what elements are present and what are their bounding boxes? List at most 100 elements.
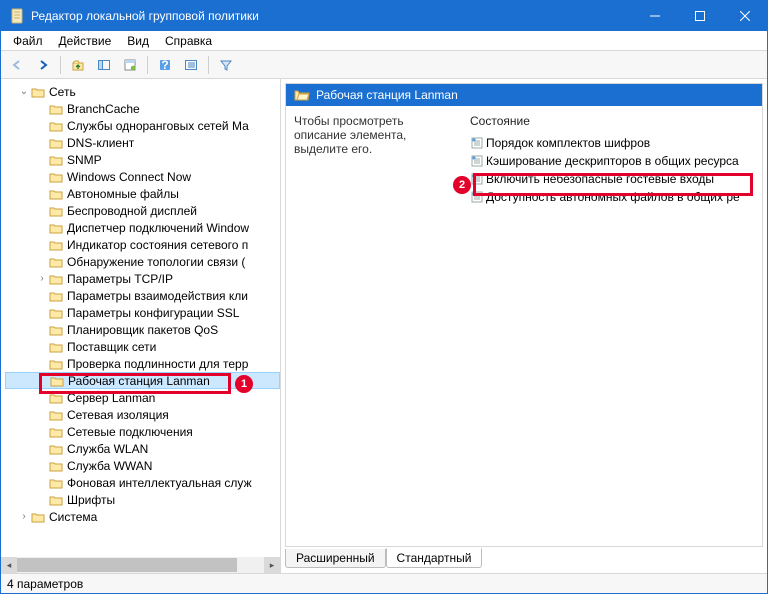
scroll-track[interactable] <box>17 557 264 573</box>
show-hide-tree-button[interactable] <box>92 54 116 76</box>
folder-icon <box>49 255 65 269</box>
annotation-badge-2: 2 <box>453 176 471 194</box>
minimize-button[interactable] <box>632 1 677 31</box>
policy-item[interactable]: Включить небезопасные гостевые входы <box>466 170 762 188</box>
list-header-title: Рабочая станция Lanman <box>316 88 458 102</box>
forward-button[interactable] <box>31 54 55 76</box>
window-title: Редактор локальной групповой политики <box>31 9 632 23</box>
toolbar-sep <box>147 56 148 74</box>
tree-label: Службы одноранговых сетей Ма <box>65 119 249 133</box>
tree-node-network[interactable]: ⌄ Сеть <box>5 83 280 100</box>
expand-icon[interactable]: › <box>35 273 49 284</box>
tree-hscrollbar[interactable]: ◂ ▸ <box>1 557 280 573</box>
tree-label: Автономные файлы <box>65 187 179 201</box>
expand-icon[interactable]: ⌄ <box>17 86 31 97</box>
policy-item[interactable]: Доступность автономных файлов в общих ре <box>466 188 762 206</box>
tree-item[interactable]: Шрифты <box>5 491 280 508</box>
tree-item[interactable]: Сетевая изоляция <box>5 406 280 423</box>
folder-icon <box>49 187 65 201</box>
policy-label: Доступность автономных файлов в общих ре <box>486 190 740 204</box>
tree-label: Планировщик пакетов QoS <box>65 323 218 337</box>
back-button[interactable] <box>5 54 29 76</box>
tree-label: Диспетчер подключений Window <box>65 221 249 235</box>
scroll-left-button[interactable]: ◂ <box>1 557 17 573</box>
folder-icon <box>49 340 65 354</box>
menu-view[interactable]: Вид <box>119 32 157 50</box>
tree[interactable]: ⌄ Сеть BranchCache Службы одноранговых се… <box>1 79 280 573</box>
list-header: Рабочая станция Lanman <box>286 84 762 106</box>
folder-icon <box>49 153 65 167</box>
folder-icon <box>49 102 65 116</box>
scroll-right-button[interactable]: ▸ <box>264 557 280 573</box>
folder-icon <box>49 459 65 473</box>
tree-label: Служба WWAN <box>65 459 152 473</box>
column-header-state[interactable]: Состояние <box>466 114 762 128</box>
tree-item[interactable]: Диспетчер подключений Window <box>5 219 280 236</box>
tree-item[interactable]: Автономные файлы <box>5 185 280 202</box>
tree-label: DNS-клиент <box>65 136 134 150</box>
tree-label: Фоновая интеллектуальная служ <box>65 476 252 490</box>
tab-standard[interactable]: Стандартный <box>386 548 483 568</box>
policy-label: Кэширование дескрипторов в общих ресурса <box>486 154 739 168</box>
folder-open-icon <box>294 88 310 102</box>
menu-file[interactable]: Файл <box>5 32 51 50</box>
tree-item[interactable]: Служба WLAN <box>5 440 280 457</box>
policy-label: Включить небезопасные гостевые входы <box>486 172 714 186</box>
help-button[interactable]: ? <box>153 54 177 76</box>
tree-item[interactable]: DNS-клиент <box>5 134 280 151</box>
tree-item[interactable]: Сетевые подключения <box>5 423 280 440</box>
policy-item[interactable]: Кэширование дескрипторов в общих ресурса <box>466 152 762 170</box>
up-button[interactable] <box>66 54 90 76</box>
maximize-button[interactable] <box>677 1 722 31</box>
tree-item[interactable]: Беспроводной дисплей <box>5 202 280 219</box>
tree-node-system[interactable]: › Система <box>5 508 280 525</box>
folder-icon <box>49 442 65 456</box>
tree-item[interactable]: Проверка подлинности для терр <box>5 355 280 372</box>
tree-item[interactable]: SNMP <box>5 151 280 168</box>
toolbar-sep <box>208 56 209 74</box>
right-content: Чтобы просмотреть описание элемента, выд… <box>286 106 762 546</box>
tree-label: Система <box>47 510 97 524</box>
policy-icon <box>470 190 486 204</box>
tree-label: Поставщик сети <box>65 340 156 354</box>
folder-icon <box>50 374 66 388</box>
svg-text:?: ? <box>161 58 168 72</box>
titlebar: Редактор локальной групповой политики <box>1 1 767 31</box>
close-button[interactable] <box>722 1 767 31</box>
menu-action[interactable]: Действие <box>51 32 120 50</box>
tree-item[interactable]: Обнаружение топологии связи ( <box>5 253 280 270</box>
policy-label: Порядок комплектов шифров <box>486 136 650 150</box>
tree-label: Беспроводной дисплей <box>65 204 197 218</box>
description-column: Чтобы просмотреть описание элемента, выд… <box>286 106 466 546</box>
tree-label: Индикатор состояния сетевого п <box>65 238 248 252</box>
tree-item[interactable]: Фоновая интеллектуальная служ <box>5 474 280 491</box>
menu-help[interactable]: Справка <box>157 32 220 50</box>
tree-item[interactable]: Параметры взаимодействия кли <box>5 287 280 304</box>
statusbar: 4 параметров <box>1 573 767 593</box>
tree-label: Сетевая изоляция <box>65 408 169 422</box>
tree-item[interactable]: Windows Connect Now <box>5 168 280 185</box>
description-text: Чтобы просмотреть описание элемента, выд… <box>294 114 458 156</box>
tree-item[interactable]: › Параметры TCP/IP <box>5 270 280 287</box>
tree-item[interactable]: Служба WWAN <box>5 457 280 474</box>
properties-button[interactable] <box>118 54 142 76</box>
tab-extended[interactable]: Расширенный <box>285 549 386 568</box>
tree-label: Параметры TCP/IP <box>65 272 173 286</box>
expand-icon[interactable]: › <box>17 511 31 522</box>
right-pane: Рабочая станция Lanman Чтобы просмотреть… <box>281 79 767 573</box>
tree-item[interactable]: Параметры конфигурации SSL <box>5 304 280 321</box>
options-button[interactable] <box>179 54 203 76</box>
tree-item[interactable]: Индикатор состояния сетевого п <box>5 236 280 253</box>
filter-button[interactable] <box>214 54 238 76</box>
tree-item[interactable]: Поставщик сети <box>5 338 280 355</box>
folder-icon <box>49 170 65 184</box>
policy-item[interactable]: Порядок комплектов шифров <box>466 134 762 152</box>
folder-icon <box>49 221 65 235</box>
folder-icon <box>31 85 47 99</box>
tree-item[interactable]: BranchCache <box>5 100 280 117</box>
tree-item[interactable]: Службы одноранговых сетей Ма <box>5 117 280 134</box>
folder-icon <box>49 357 65 371</box>
folder-icon <box>49 425 65 439</box>
scroll-thumb[interactable] <box>17 558 237 572</box>
tree-item[interactable]: Планировщик пакетов QoS <box>5 321 280 338</box>
